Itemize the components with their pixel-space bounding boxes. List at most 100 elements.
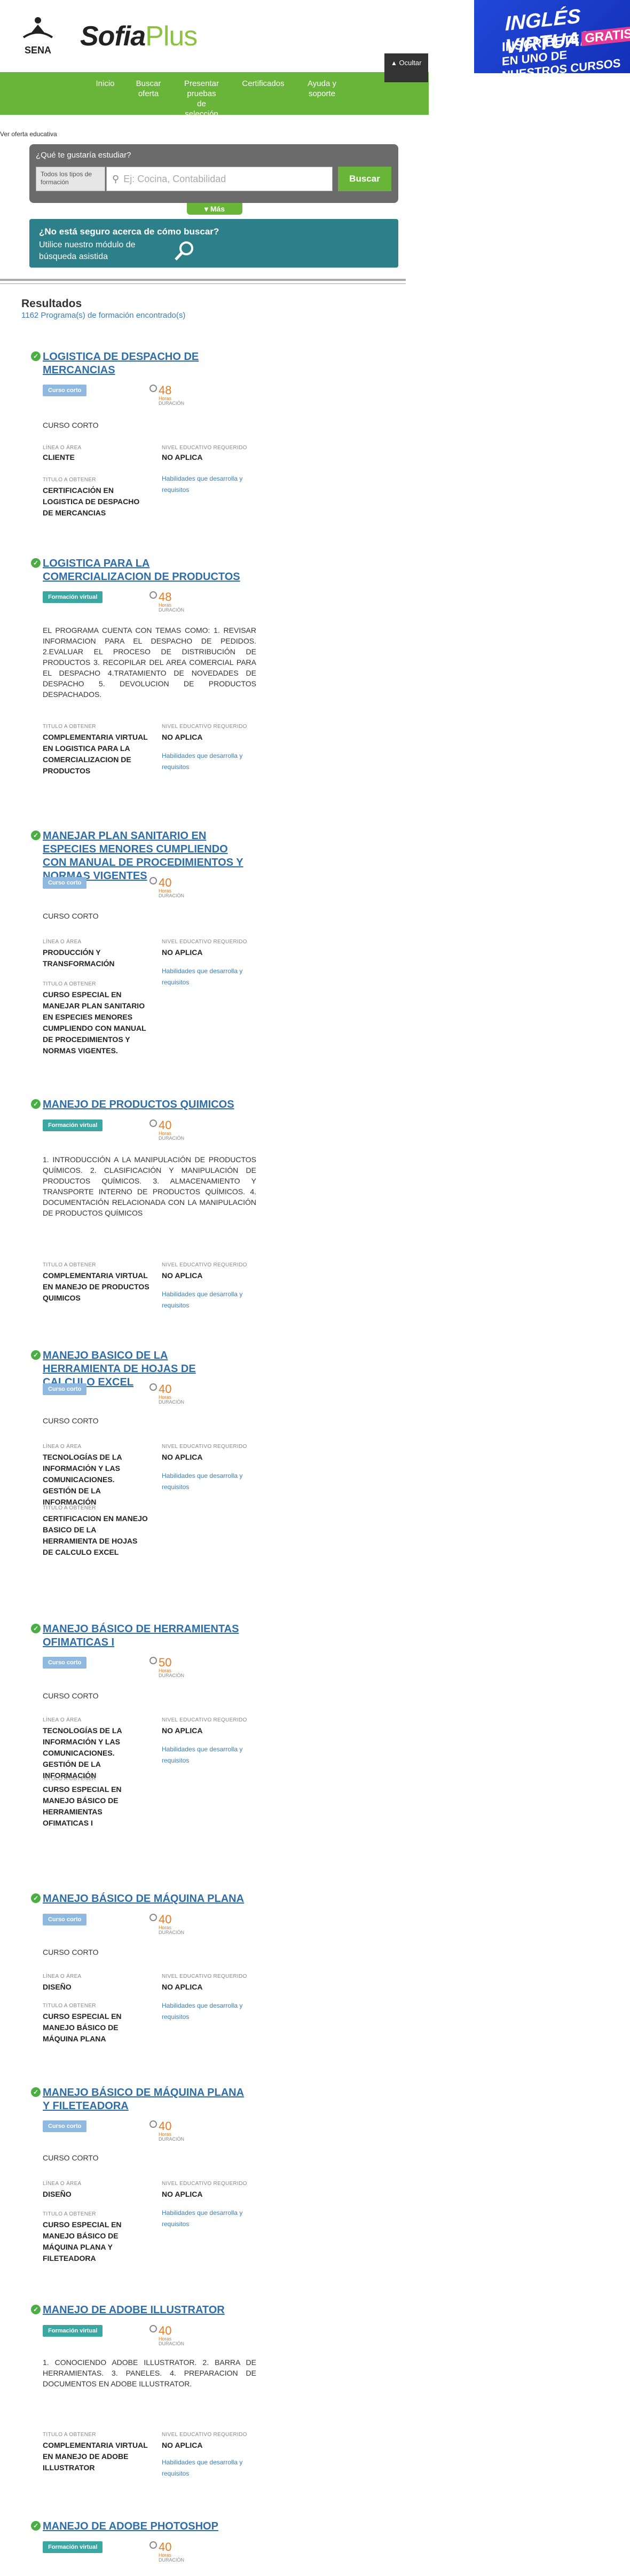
obtain-label: TITULO A OBTENER <box>43 1776 96 1782</box>
logo-plus-text: Plus <box>145 21 198 52</box>
course-description: CURSO CORTO <box>43 1948 99 1956</box>
main-nav: Inicio Buscar oferta Presentar pruebas d… <box>0 72 429 119</box>
area-value: TECNOLOGÍAS DE LA INFORMACIÓN Y LAS COMU… <box>43 1453 122 1506</box>
logo-sofia-text: Sofia <box>80 21 146 52</box>
level-label: NIVEL EDUCATIVO REQUERIDO <box>162 2432 247 2438</box>
level-value: NO APLICA <box>162 2190 203 2198</box>
course-title[interactable]: MANEJO BÁSICO DE MÁQUINA PLANA <box>43 1892 246 1906</box>
nav-item-buscar[interactable]: Buscar oferta <box>132 79 164 99</box>
sena-logo-icon[interactable]: SENA <box>19 16 57 58</box>
sofia-plus-logo[interactable]: SofiaPlus <box>80 20 198 52</box>
check-icon: ✓ <box>31 1624 41 1633</box>
obtain-value: COMPLEMENTARIA VIRTUAL EN MANEJO DE ADOB… <box>43 2441 148 2472</box>
training-type-select[interactable]: Todos los tipos de formación <box>36 167 105 191</box>
area-label: LÍNEA O ÁREA <box>43 1444 82 1450</box>
check-icon: ✓ <box>31 2305 41 2314</box>
level-value: NO APLICA <box>162 1271 203 1280</box>
clock-icon <box>149 1119 157 1127</box>
area-label: LÍNEA O ÁREA <box>43 1974 82 1979</box>
breadcrumb[interactable]: Ver oferta educativa <box>0 130 57 138</box>
assist-text: Utilice nuestro módulo de búsqueda asist… <box>39 240 136 261</box>
area-label: LÍNEA O ÁREA <box>43 445 82 451</box>
obtain-value: CURSO ESPECIAL EN MANEJO BÁSICO DE MÁQUI… <box>43 2012 122 2043</box>
skills-link[interactable]: Habilidades que desarrolla y requisitos <box>162 1744 263 1766</box>
course-type-badge: Formación virtual <box>43 591 103 603</box>
course-type-badge: Curso corto <box>43 1914 87 1925</box>
skills-link[interactable]: Habilidades que desarrolla y requisitos <box>162 1470 263 1493</box>
course-title[interactable]: MANEJO DE ADOBE ILLUSTRATOR <box>43 2304 246 2317</box>
obtain-value: CURSO ESPECIAL EN MANEJO BÁSICO DE MÁQUI… <box>43 2220 122 2262</box>
skills-link[interactable]: Habilidades que desarrolla y requisitos <box>162 2207 263 2230</box>
level-value: NO APLICA <box>162 733 203 741</box>
course-title[interactable]: LOGISTICA PARA LA COMERCIALIZACION DE PR… <box>43 557 246 584</box>
skills-link[interactable]: Habilidades que desarrolla y requisitos <box>162 473 263 496</box>
level-label: NIVEL EDUCATIVO REQUERIDO <box>162 1262 247 1268</box>
course-type-badge: Formación virtual <box>43 2541 103 2553</box>
assist-title: ¿No está seguro acerca de cómo buscar? <box>39 226 219 237</box>
check-icon: ✓ <box>31 2087 41 2097</box>
area-value: PRODUCCIÓN Y TRANSFORMACIÓN <box>43 948 115 968</box>
skills-link[interactable]: Habilidades que desarrolla y requisitos <box>162 2457 263 2479</box>
check-icon: ✓ <box>31 351 41 361</box>
course-description: CURSO CORTO <box>43 2154 99 2162</box>
course-description: EL PROGRAMA CUENTA CON TEMAS COMO: 1. RE… <box>43 626 256 699</box>
level-value: NO APLICA <box>162 453 203 461</box>
search-button[interactable]: Buscar <box>338 167 391 191</box>
area-value: DISEÑO <box>43 1983 72 1991</box>
course-title[interactable]: MANEJO BÁSICO DE HERRAMIENTAS OFIMATICAS… <box>43 1623 246 1649</box>
check-icon: ✓ <box>31 1099 41 1109</box>
skills-link[interactable]: Habilidades que desarrolla y requisitos <box>162 750 263 773</box>
search-panel: ¿Qué te gustaría estudiar? Todos los tip… <box>29 144 398 203</box>
obtain-label: TITULO A OBTENER <box>43 1262 96 1268</box>
level-value: NO APLICA <box>162 1983 203 1991</box>
level-label: NIVEL EDUCATIVO REQUERIDO <box>162 2181 247 2187</box>
clock-icon <box>149 1383 157 1391</box>
nav-item-pruebas[interactable]: Presentar pruebas de selección <box>182 79 222 119</box>
nav-item-inicio[interactable]: Inicio <box>92 79 119 89</box>
nav-item-ayuda[interactable]: Ayuda y soporte <box>303 79 341 99</box>
course-title[interactable]: MANEJAR PLAN SANITARIO EN ESPECIES MENOR… <box>43 829 246 883</box>
course-title[interactable]: MANEJO DE ADOBE PHOTOSHOP <box>43 2520 246 2533</box>
skills-link[interactable]: Habilidades que desarrolla y requisitos <box>162 1289 263 1311</box>
check-icon: ✓ <box>31 2521 41 2531</box>
check-icon: ✓ <box>31 1893 41 1903</box>
svg-text:SENA: SENA <box>25 45 51 56</box>
obtain-label: TITULO A OBTENER <box>43 2003 96 2009</box>
check-icon: ✓ <box>31 558 41 568</box>
nav-item-certificados[interactable]: Certificados <box>239 79 287 89</box>
check-icon: ✓ <box>31 831 41 840</box>
level-label: NIVEL EDUCATIVO REQUERIDO <box>162 445 247 451</box>
area-value: DISEÑO <box>43 2190 72 2198</box>
course-description: CURSO CORTO <box>43 1416 99 1425</box>
search-input[interactable]: ⚲ Ej: Cocina, Contabilidad <box>106 167 333 191</box>
clock-icon <box>149 1914 157 1921</box>
divider <box>0 283 406 284</box>
area-label: LÍNEA O ÁREA <box>43 2181 82 2187</box>
obtain-label: TITULO A OBTENER <box>43 981 96 987</box>
course-type-badge: Curso corto <box>43 1383 87 1395</box>
course-type-badge: Curso corto <box>43 1657 87 1669</box>
course-type-badge: Curso corto <box>43 877 87 889</box>
area-label: LÍNEA O ÁREA <box>43 939 82 945</box>
level-value: NO APLICA <box>162 948 203 957</box>
skills-link[interactable]: Habilidades que desarrolla y requisitos <box>162 2000 263 2023</box>
search-placeholder: Ej: Cocina, Contabilidad <box>123 174 226 184</box>
results-count: 1162 Programa(s) de formación encontrado… <box>21 311 186 320</box>
more-filters-button[interactable]: ▾ Más <box>187 203 242 215</box>
course-title[interactable]: MANEJO DE PRODUCTOS QUIMICOS <box>43 1098 246 1111</box>
obtain-label: TITULO A OBTENER <box>43 2211 96 2217</box>
course-title[interactable]: LOGISTICA DE DESPACHO DE MERCANCIAS <box>43 350 246 377</box>
level-value: NO APLICA <box>162 2441 203 2449</box>
level-label: NIVEL EDUCATIVO REQUERIDO <box>162 1444 247 1450</box>
hide-ad-button[interactable]: ▲ Ocultar <box>384 53 428 82</box>
clock-icon <box>149 1657 157 1664</box>
clock-icon <box>149 591 157 599</box>
skills-link[interactable]: Habilidades que desarrolla y requisitos <box>162 966 263 988</box>
level-value: NO APLICA <box>162 1726 203 1735</box>
assisted-search-panel[interactable]: ¿No está seguro acerca de cómo buscar? U… <box>29 219 398 268</box>
english-course-banner[interactable]: INGLÉS VIRTUAL INSCRÍBETE GRATIS EN UNO D… <box>474 0 630 73</box>
clock-icon <box>149 385 157 392</box>
course-title[interactable]: MANEJO BÁSICO DE MÁQUINA PLANA Y FILETEA… <box>43 2086 246 2113</box>
obtain-value: CERTIFICACIÓN EN LOGISTICA DE DESPACHO D… <box>43 486 140 517</box>
level-label: NIVEL EDUCATIVO REQUERIDO <box>162 1974 247 1979</box>
